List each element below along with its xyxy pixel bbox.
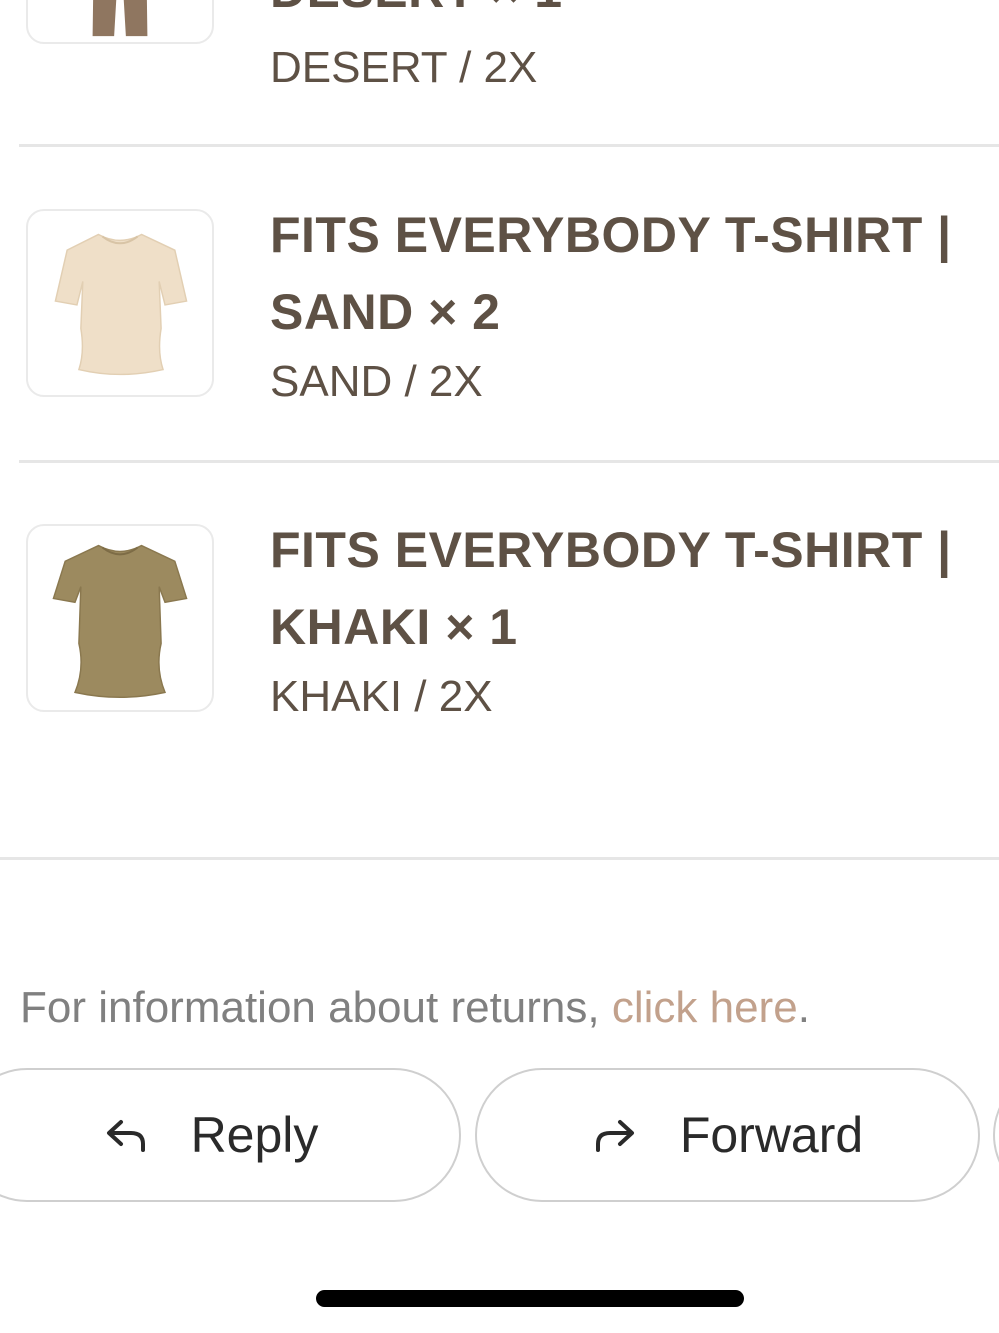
returns-info: For information about returns, click her… xyxy=(20,978,810,1038)
returns-link[interactable]: click here xyxy=(612,983,798,1032)
product-thumbnail[interactable] xyxy=(26,524,214,712)
more-actions-button[interactable] xyxy=(993,1068,999,1202)
divider xyxy=(19,460,999,463)
divider xyxy=(19,144,999,147)
item-title: DESERT × 1 xyxy=(270,0,999,29)
email-body: DESERT × 1 DESERT / 2X FITS EVERYBODY T-… xyxy=(0,0,999,1333)
product-thumbnail[interactable] xyxy=(26,209,214,397)
product-thumbnail[interactable] xyxy=(26,0,214,44)
item-title: KHAKI × 1 xyxy=(270,599,518,655)
forward-button[interactable]: Forward xyxy=(475,1068,980,1202)
returns-text: For information about returns, xyxy=(20,983,612,1032)
forward-label: Forward xyxy=(679,1107,864,1163)
returns-punctuation: . xyxy=(797,983,810,1032)
item-variant: KHAKI / 2X xyxy=(270,672,493,721)
item-title: FITS EVERYBODY T-SHIRT | xyxy=(270,207,952,263)
tshirt-icon xyxy=(52,544,188,699)
reply-label: Reply xyxy=(190,1107,319,1163)
item-variant: DESERT / 2X xyxy=(270,43,538,92)
home-indicator[interactable] xyxy=(316,1290,744,1307)
item-title: FITS EVERYBODY T-SHIRT | xyxy=(270,522,952,578)
section-divider xyxy=(0,857,999,860)
reply-arrow-icon xyxy=(103,1112,149,1158)
reply-button[interactable]: Reply xyxy=(0,1068,461,1202)
tshirt-icon xyxy=(54,233,188,376)
item-title: SAND × 2 xyxy=(270,284,501,340)
forward-arrow-icon xyxy=(592,1112,638,1158)
pants-icon xyxy=(92,0,148,37)
item-variant: SAND / 2X xyxy=(270,357,483,406)
